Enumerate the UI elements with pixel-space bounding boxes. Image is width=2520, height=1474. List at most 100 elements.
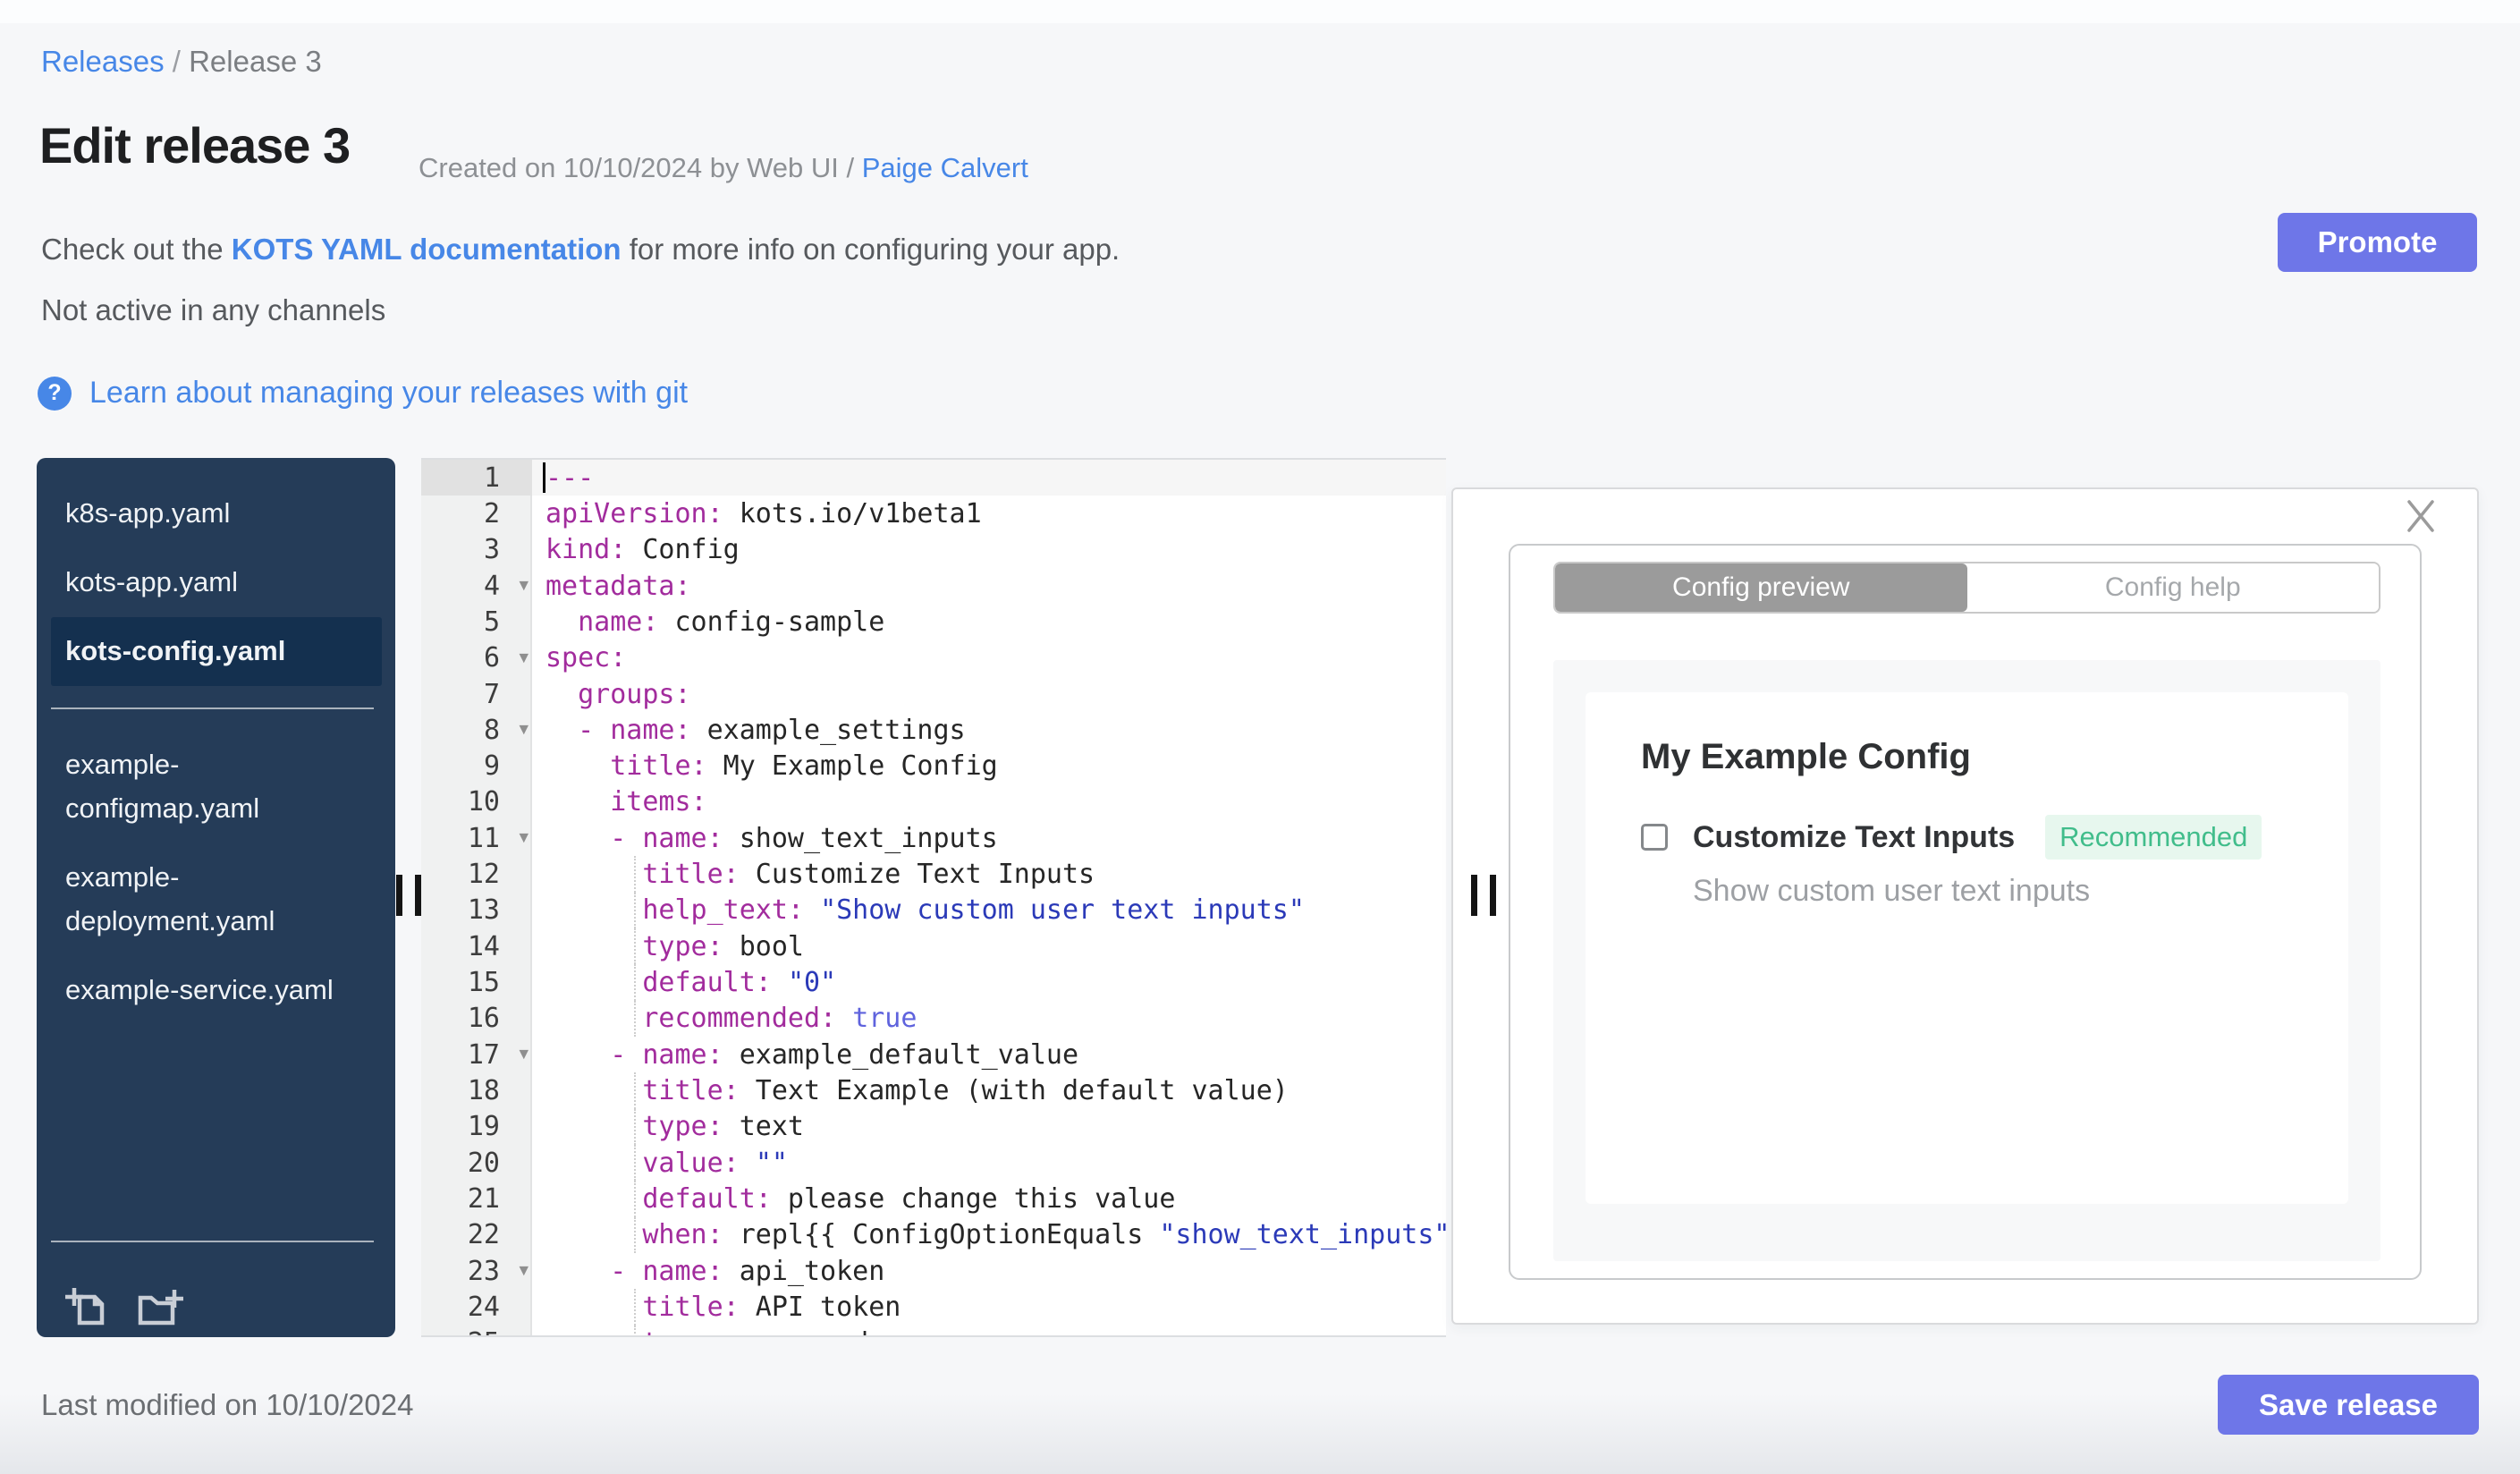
code-line[interactable]: 8 ▾ - name: example_settings [421, 712, 1446, 748]
code-line[interactable]: 19 type: text [421, 1108, 1446, 1145]
code-line[interactable]: 9 title: My Example Config [421, 749, 1446, 784]
line-number: 2 [483, 497, 500, 529]
git-releases-link[interactable]: Learn about managing your releases with … [89, 376, 688, 411]
code-line[interactable]: 21 default: please change this value [421, 1181, 1446, 1217]
sidebar-item-example-service.yaml[interactable]: example-service.yaml [51, 956, 382, 1025]
text-cursor [543, 462, 545, 494]
sidebar-item-example-configmap.yaml[interactable]: example-configmap.yaml [51, 731, 382, 843]
page-title: Edit release 3 [39, 117, 351, 174]
question-mark-icon[interactable]: ? [38, 376, 72, 411]
code-line[interactable]: 25 type: password [421, 1325, 1446, 1335]
code-text[interactable]: recommended: true [532, 1000, 1446, 1037]
config-group-title: My Example Config [1641, 737, 1971, 776]
new-folder-icon[interactable] [135, 1283, 185, 1328]
yaml-editor[interactable]: 1 --- 2 apiVersion: kots.io/v1beta1 3 kind: C… [421, 458, 1446, 1337]
code-line[interactable]: 22 when: repl{{ ConfigOptionEquals "show… [421, 1216, 1446, 1253]
code-line[interactable]: 17 ▾ - name: example_default_value [421, 1037, 1446, 1072]
code-text[interactable]: type: text [532, 1108, 1446, 1145]
code-text[interactable]: type: bool [532, 928, 1446, 965]
fold-arrow-icon[interactable]: ▾ [519, 1043, 529, 1065]
code-text[interactable]: - name: example_settings [532, 712, 1446, 748]
code-line[interactable]: 12 title: Customize Text Inputs [421, 856, 1446, 893]
code-text[interactable]: - name: api_token [532, 1253, 1446, 1289]
line-number: 22 [467, 1219, 500, 1251]
code-text[interactable]: default: please change this value [532, 1181, 1446, 1217]
fold-arrow-icon[interactable]: ▾ [519, 826, 529, 849]
sidebar-item-kots-app.yaml[interactable]: kots-app.yaml [51, 548, 382, 617]
preview-resize-handle[interactable] [1471, 875, 1498, 916]
code-text[interactable]: title: API token [532, 1289, 1446, 1326]
code-line[interactable]: 20 value: "" [421, 1144, 1446, 1182]
line-number: 17 ▾ [467, 1038, 529, 1071]
code-text[interactable]: type: password [532, 1325, 1446, 1335]
code-text[interactable]: title: Customize Text Inputs [532, 856, 1446, 893]
git-help-row: ? Learn about managing your releases wit… [38, 376, 688, 411]
promote-button[interactable]: Promote [2278, 213, 2477, 272]
fold-arrow-icon[interactable]: ▾ [519, 574, 529, 597]
tab-config-help[interactable]: Config help [1966, 563, 2379, 612]
config-item-help: Show custom user text inputs [1693, 874, 2091, 908]
tab-config-preview[interactable]: Config preview [1555, 563, 1967, 612]
created-user-link[interactable]: Paige Calvert [862, 152, 1028, 183]
code-line[interactable]: 6 ▾ spec: [421, 640, 1446, 676]
code-line[interactable]: 14 type: bool [421, 928, 1446, 965]
code-text[interactable]: value: "" [532, 1144, 1446, 1182]
code-text[interactable]: - name: example_default_value [532, 1037, 1446, 1072]
code-text[interactable]: title: Text Example (with default value) [532, 1072, 1446, 1109]
sidebar-bottom [37, 1219, 395, 1337]
code-text[interactable]: items: [532, 784, 1446, 820]
doc-info: Check out the KOTS YAML documentation fo… [41, 233, 1120, 267]
close-icon[interactable] [2400, 495, 2441, 536]
code-line[interactable]: 16 recommended: true [421, 1000, 1446, 1037]
code-line[interactable]: 2 apiVersion: kots.io/v1beta1 [421, 496, 1446, 531]
top-strip [0, 0, 2520, 23]
code-text[interactable]: kind: Config [532, 532, 1446, 568]
code-text[interactable]: name: config-sample [532, 604, 1446, 640]
fold-arrow-icon[interactable]: ▾ [519, 646, 529, 668]
sidebar-item-k8s-app.yaml[interactable]: k8s-app.yaml [51, 479, 382, 548]
save-release-button[interactable]: Save release [2218, 1375, 2479, 1435]
config-checkbox[interactable] [1641, 824, 1668, 851]
code-line[interactable]: 1 --- [421, 460, 1446, 496]
sidebar-divider [51, 707, 374, 709]
code-line[interactable]: 7 groups: [421, 676, 1446, 712]
code-text[interactable]: default: "0" [532, 964, 1446, 1001]
kots-doc-link[interactable]: KOTS YAML documentation [232, 233, 622, 266]
last-modified-text: Last modified on 10/10/2024 [41, 1388, 414, 1421]
sidebar-resize-handle[interactable] [396, 875, 423, 916]
breadcrumb-link-releases[interactable]: Releases [41, 45, 165, 78]
code-line[interactable]: 10 items: [421, 784, 1446, 820]
config-item-label: Customize Text Inputs [1693, 819, 2016, 854]
fold-arrow-icon[interactable]: ▾ [519, 1259, 529, 1282]
doc-text-before: Check out the [41, 233, 232, 266]
line-number: 24 [467, 1291, 500, 1323]
code-text[interactable]: spec: [532, 640, 1446, 676]
code-line[interactable]: 24 title: API token [421, 1289, 1446, 1326]
fold-arrow-icon[interactable]: ▾ [519, 718, 529, 741]
code-text[interactable]: help_text: "Show custom user text inputs… [532, 892, 1446, 929]
sidebar-item-example-deployment.yaml[interactable]: example-deployment.yaml [51, 843, 382, 956]
code-text[interactable]: groups: [532, 676, 1446, 712]
code-line[interactable]: 5 name: config-sample [421, 604, 1446, 640]
line-number: 6 ▾ [483, 642, 529, 674]
line-number: 23 ▾ [467, 1255, 529, 1287]
config-group-card: My Example Config Customize Text Inputs … [1586, 692, 2348, 1204]
code-text[interactable]: metadata: [532, 568, 1446, 604]
doc-text-after: for more info on configuring your app. [621, 233, 1120, 266]
code-line[interactable]: 3 kind: Config [421, 532, 1446, 568]
code-line[interactable]: 15 default: "0" [421, 964, 1446, 1001]
indent-guide [634, 1072, 636, 1109]
new-file-icon[interactable] [63, 1283, 110, 1328]
code-text[interactable]: --- [532, 460, 1446, 496]
code-text[interactable]: title: My Example Config [532, 749, 1446, 784]
code-line[interactable]: 13 help_text: "Show custom user text inp… [421, 892, 1446, 929]
line-number: 18 [467, 1074, 500, 1106]
code-text[interactable]: apiVersion: kots.io/v1beta1 [532, 496, 1446, 531]
sidebar-item-kots-config.yaml[interactable]: kots-config.yaml [51, 616, 382, 686]
code-line[interactable]: 11 ▾ - name: show_text_inputs [421, 820, 1446, 856]
code-line[interactable]: 4 ▾ metadata: [421, 568, 1446, 604]
code-text[interactable]: when: repl{{ ConfigOptionEquals "show_te… [532, 1216, 1446, 1253]
code-line[interactable]: 18 title: Text Example (with default val… [421, 1072, 1446, 1109]
code-text[interactable]: - name: show_text_inputs [532, 820, 1446, 856]
code-line[interactable]: 23 ▾ - name: api_token [421, 1253, 1446, 1289]
